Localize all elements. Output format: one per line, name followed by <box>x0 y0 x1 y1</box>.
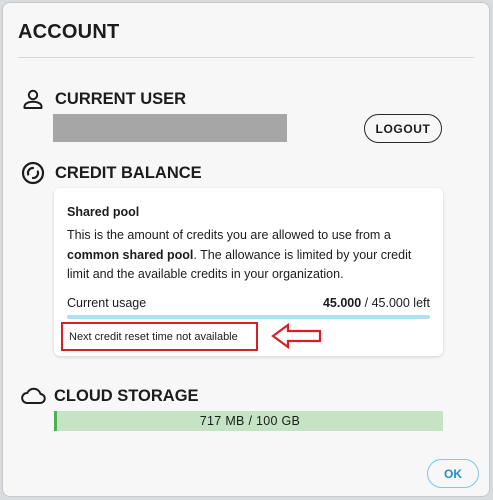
storage-usage-bar: 717 MB / 100 GB <box>54 411 443 431</box>
card-title: Shared pool <box>67 205 140 219</box>
circle-arrows-icon <box>21 161 45 185</box>
usage-remaining: / 45.000 left <box>361 296 430 310</box>
card-description: This is the amount of credits you are al… <box>67 226 432 285</box>
shared-pool-card: Shared pool This is the amount of credit… <box>54 188 443 356</box>
dialog-title: ACCOUNT <box>18 21 120 43</box>
cloud-storage-header: CLOUD STORAGE <box>20 384 199 408</box>
credit-balance-header: CREDIT BALANCE <box>21 161 202 185</box>
logout-button[interactable]: LOGOUT <box>364 114 442 143</box>
account-dialog: ACCOUNT CURRENT USER LOGOUT CREDIT BALAN… <box>2 2 490 497</box>
usage-used: 45.000 <box>322 296 362 310</box>
ok-button[interactable]: OK <box>427 459 479 488</box>
cloud-storage-heading: CLOUD STORAGE <box>54 386 199 405</box>
usage-label: Current usage <box>67 296 147 310</box>
person-icon <box>21 87 45 111</box>
current-user-heading: CURRENT USER <box>55 89 187 108</box>
reset-time-text: Next credit reset time not available <box>69 330 238 343</box>
title-divider <box>18 57 474 58</box>
current-user-header: CURRENT USER <box>21 87 186 111</box>
storage-usage-text: 717 MB / 100 GB <box>199 414 301 428</box>
usage-progress-bar <box>67 315 430 319</box>
usage-value: 45.000 / 45.000 left <box>323 296 430 310</box>
reset-time-notice: Next credit reset time not available <box>61 322 258 351</box>
cloud-icon <box>20 384 46 408</box>
desc-text: This is the amount of credits you are al… <box>67 228 391 242</box>
credit-balance-heading: CREDIT BALANCE <box>55 163 202 182</box>
redacted-username <box>53 114 287 142</box>
red-arrow-icon <box>271 323 322 349</box>
usage-progress-fill <box>67 315 430 319</box>
desc-bold-text: common shared pool <box>67 247 194 262</box>
